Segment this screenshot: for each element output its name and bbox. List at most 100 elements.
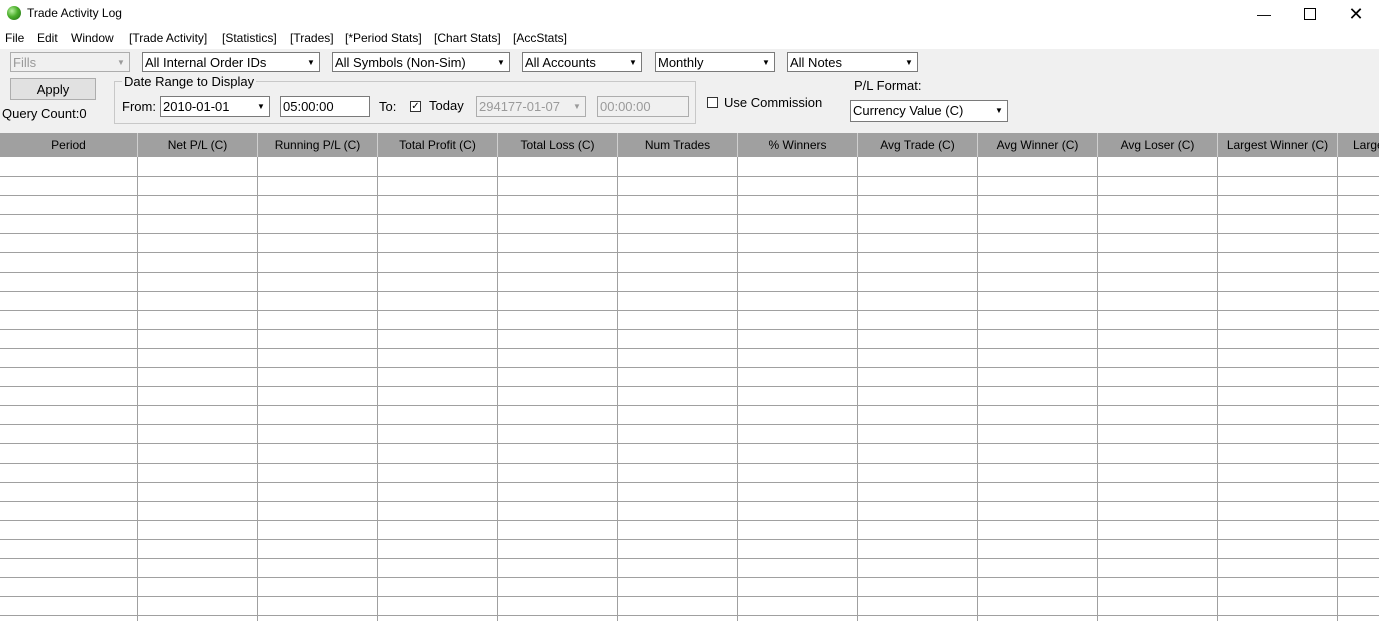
- menu-statistics[interactable]: [Statistics]: [222, 31, 277, 45]
- app-globe-icon: [7, 6, 21, 20]
- grid-column-line: [977, 157, 978, 621]
- from-label: From:: [122, 99, 156, 114]
- date-range-label: Date Range to Display: [122, 74, 257, 89]
- minimize-icon[interactable]: —: [1241, 0, 1287, 28]
- menu-trade-activity[interactable]: [Trade Activity]: [129, 31, 207, 45]
- grid-row-line: [0, 386, 1379, 387]
- grid-row-line: [0, 596, 1379, 597]
- to-time-value: 00:00:00: [600, 99, 651, 114]
- query-count-value: 0: [79, 106, 87, 121]
- grid-row-line: [0, 443, 1379, 444]
- grid-row-line: [0, 520, 1379, 521]
- chevron-down-icon: ▼: [905, 57, 913, 67]
- grid-row-line: [0, 482, 1379, 483]
- chevron-down-icon: ▼: [307, 57, 315, 67]
- table-header: Period Net P/L (C) Running P/L (C) Total…: [0, 133, 1379, 157]
- column-header-total-profit[interactable]: Total Profit (C): [378, 133, 498, 157]
- maximize-icon[interactable]: [1287, 0, 1333, 28]
- menu-trades[interactable]: [Trades]: [290, 31, 334, 45]
- menu-window[interactable]: Window: [71, 31, 114, 45]
- chevron-down-icon: ▼: [629, 57, 637, 67]
- title-bar: [0, 0, 1379, 28]
- column-header-avg-trade[interactable]: Avg Trade (C): [858, 133, 978, 157]
- grid-row-line: [0, 424, 1379, 425]
- type-select-value: Fills: [13, 55, 37, 70]
- grid-row-line: [0, 501, 1379, 502]
- grid-column-line: [857, 157, 858, 621]
- grid-row-line: [0, 214, 1379, 215]
- grid-column-line: [1097, 157, 1098, 621]
- from-date-value: 2010-01-01: [163, 99, 230, 114]
- grid-row-line: [0, 558, 1379, 559]
- grid-column-line: [497, 157, 498, 621]
- period-select[interactable]: Monthly ▼: [655, 52, 775, 72]
- grid-column-line: [737, 157, 738, 621]
- to-date-picker[interactable]: 294177-01-07 ▼: [476, 96, 586, 117]
- menu-file[interactable]: File: [5, 31, 24, 45]
- query-count-label: Query Count:: [2, 106, 80, 121]
- column-header-avg-winner[interactable]: Avg Winner (C): [978, 133, 1098, 157]
- grid-row-line: [0, 577, 1379, 578]
- type-select[interactable]: Fills ▼: [10, 52, 130, 72]
- notes-select[interactable]: All Notes ▼: [787, 52, 918, 72]
- column-header-total-loss[interactable]: Total Loss (C): [498, 133, 618, 157]
- period-stats-table: Period Net P/L (C) Running P/L (C) Total…: [0, 133, 1379, 621]
- chevron-down-icon: ▼: [762, 57, 770, 67]
- apply-button[interactable]: Apply: [10, 78, 96, 100]
- grid-row-line: [0, 405, 1379, 406]
- menu-accstats[interactable]: [AccStats]: [513, 31, 567, 45]
- grid-column-line: [377, 157, 378, 621]
- pl-format-value: Currency Value (C): [853, 103, 964, 118]
- column-header-period[interactable]: Period: [0, 133, 138, 157]
- query-count: Query Count:0: [2, 106, 87, 121]
- use-commission-checkbox[interactable]: [707, 97, 718, 108]
- symbols-select[interactable]: All Symbols (Non-Sim) ▼: [332, 52, 510, 72]
- grid-column-line: [1217, 157, 1218, 621]
- symbols-value: All Symbols (Non-Sim): [335, 55, 466, 70]
- grid-row-line: [0, 615, 1379, 616]
- column-header-net-pl[interactable]: Net P/L (C): [138, 133, 258, 157]
- grid-row-line: [0, 195, 1379, 196]
- from-time-value: 05:00:00: [283, 99, 334, 114]
- notes-value: All Notes: [790, 55, 843, 70]
- grid-row-line: [0, 310, 1379, 311]
- grid-row-line: [0, 539, 1379, 540]
- accounts-select[interactable]: All Accounts ▼: [522, 52, 642, 72]
- use-commission-label: Use Commission: [724, 95, 823, 110]
- menu-chart-stats[interactable]: [Chart Stats]: [434, 31, 501, 45]
- grid-row-line: [0, 252, 1379, 253]
- accounts-value: All Accounts: [525, 55, 596, 70]
- grid-row-line: [0, 291, 1379, 292]
- close-icon[interactable]: ✕: [1333, 0, 1379, 28]
- chevron-down-icon: ▼: [573, 101, 581, 111]
- grid-column-line: [137, 157, 138, 621]
- to-date-value: 294177-01-07: [479, 99, 560, 114]
- to-time-field[interactable]: 00:00:00: [597, 96, 689, 117]
- column-header-pct-winners[interactable]: % Winners: [738, 133, 858, 157]
- column-header-avg-loser[interactable]: Avg Loser (C): [1098, 133, 1218, 157]
- period-value: Monthly: [658, 55, 704, 70]
- pl-format-label: P/L Format:: [854, 78, 922, 93]
- column-header-num-trades[interactable]: Num Trades: [618, 133, 738, 157]
- column-header-largest-winner[interactable]: Largest Winner (C): [1218, 133, 1338, 157]
- chevron-down-icon: ▼: [497, 57, 505, 67]
- order-ids-select[interactable]: All Internal Order IDs ▼: [142, 52, 320, 72]
- today-checkbox[interactable]: ✓: [410, 101, 421, 112]
- chevron-down-icon: ▼: [995, 105, 1003, 115]
- grid-column-line: [617, 157, 618, 621]
- chevron-down-icon: ▼: [257, 101, 265, 111]
- from-date-picker[interactable]: 2010-01-01 ▼: [160, 96, 270, 117]
- grid-row-line: [0, 367, 1379, 368]
- pl-format-select[interactable]: Currency Value (C) ▼: [850, 100, 1008, 122]
- grid-row-line: [0, 176, 1379, 177]
- grid-row-line: [0, 348, 1379, 349]
- grid-column-line: [257, 157, 258, 621]
- today-label: Today: [429, 98, 464, 113]
- column-header-largest-loser[interactable]: Largest Loser (C): [1338, 133, 1379, 157]
- column-header-running-pl[interactable]: Running P/L (C): [258, 133, 378, 157]
- menu-edit[interactable]: Edit: [37, 31, 58, 45]
- menu-period-stats[interactable]: [*Period Stats]: [345, 31, 422, 45]
- from-time-field[interactable]: 05:00:00: [280, 96, 370, 117]
- order-ids-value: All Internal Order IDs: [145, 55, 267, 70]
- to-label: To:: [379, 99, 397, 114]
